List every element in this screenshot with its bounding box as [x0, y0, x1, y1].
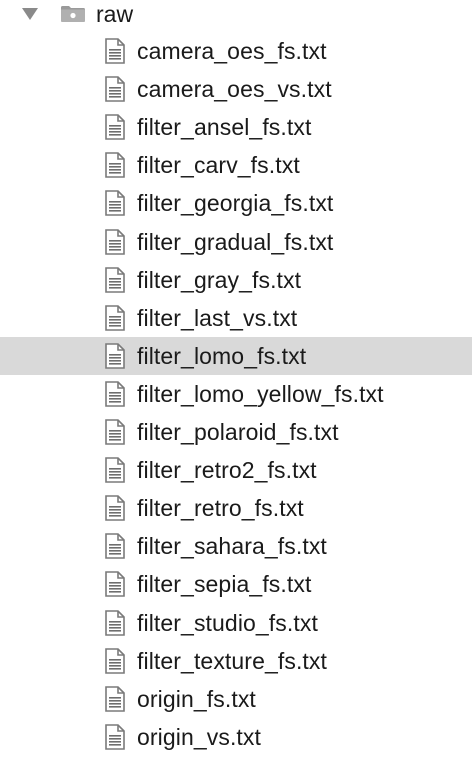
file-row[interactable]: filter_ansel_fs.txt [0, 108, 472, 146]
file-label: camera_oes_vs.txt [137, 76, 332, 103]
text-file-icon [105, 381, 125, 407]
text-file-icon [105, 457, 125, 483]
file-row[interactable]: camera_oes_fs.txt [0, 32, 472, 70]
file-label: filter_gray_fs.txt [137, 266, 302, 293]
text-file-icon [105, 495, 125, 521]
file-label: filter_retro2_fs.txt [137, 457, 317, 484]
text-file-icon [105, 533, 125, 560]
text-file-icon [105, 114, 125, 140]
file-row[interactable]: filter_carv_fs.txt [0, 146, 472, 184]
file-row[interactable]: filter_retro2_fs.txt [0, 451, 472, 489]
file-row[interactable]: origin_fs.txt [0, 680, 472, 718]
file-label: filter_gradual_fs.txt [137, 228, 334, 255]
file-row[interactable]: filter_gradual_fs.txt [0, 223, 472, 261]
text-file-icon [105, 304, 125, 331]
file-row[interactable]: filter_polaroid_fs.txt [0, 413, 472, 451]
file-label: filter_polaroid_fs.txt [137, 419, 339, 445]
file-label: filter_sahara_fs.txt [137, 533, 327, 560]
expand-triangle-icon[interactable] [22, 8, 38, 20]
file-row[interactable]: filter_sepia_fs.txt [0, 565, 472, 603]
project-file-tree: raw camera_oes_fs.txt camera_oes_vs.txtfi… [0, 0, 472, 758]
folder-row-raw[interactable]: raw [0, 0, 472, 33]
file-row[interactable]: filter_lomo_fs.txt [0, 336, 472, 375]
file-label: origin_fs.txt [137, 685, 256, 712]
folder-icon [61, 6, 85, 22]
file-row[interactable]: filter_gray_fs.txt [0, 261, 472, 299]
file-label: filter_studio_fs.txt [137, 609, 318, 636]
text-file-icon [105, 76, 125, 102]
file-row[interactable]: filter_lomo_yellow_fs.txt [0, 375, 472, 413]
text-file-icon [105, 190, 125, 217]
text-file-icon [105, 571, 125, 598]
file-label: filter_retro_fs.txt [137, 495, 304, 522]
file-row[interactable]: filter_texture_fs.txt [0, 642, 472, 680]
file-row[interactable]: filter_last_vs.txt [0, 299, 472, 337]
file-label: filter_ansel_fs.txt [137, 114, 312, 141]
file-label: origin_vs.txt [137, 723, 262, 750]
text-file-icon [105, 152, 125, 179]
file-label: filter_lomo_fs.txt [137, 342, 307, 369]
file-label: filter_georgia_fs.txt [137, 190, 334, 217]
text-file-icon [105, 228, 125, 255]
file-row[interactable]: filter_studio_fs.txt [0, 604, 472, 642]
file-label: camera_oes_fs.txt [137, 38, 327, 64]
file-row[interactable]: camera_oes_vs.txt [0, 70, 472, 108]
file-row[interactable]: filter_retro_fs.txt [0, 489, 472, 527]
text-file-icon [105, 342, 125, 369]
text-file-icon [105, 266, 125, 293]
text-file-icon [105, 609, 125, 636]
file-label: filter_lomo_yellow_fs.txt [137, 380, 384, 407]
text-file-icon [105, 647, 125, 674]
file-row[interactable]: filter_sahara_fs.txt [0, 527, 472, 565]
text-file-icon [105, 38, 125, 64]
file-label: filter_last_vs.txt [137, 304, 298, 331]
file-row[interactable]: filter_georgia_fs.txt [0, 184, 472, 222]
folder-label: raw [96, 1, 134, 27]
text-file-icon [105, 685, 125, 712]
text-file-icon [105, 723, 125, 750]
file-label: filter_carv_fs.txt [137, 152, 300, 179]
text-file-icon [105, 419, 125, 445]
file-label: filter_texture_fs.txt [137, 647, 328, 674]
file-row[interactable]: origin_vs.txt [0, 718, 472, 756]
file-label: filter_sepia_fs.txt [137, 571, 312, 598]
